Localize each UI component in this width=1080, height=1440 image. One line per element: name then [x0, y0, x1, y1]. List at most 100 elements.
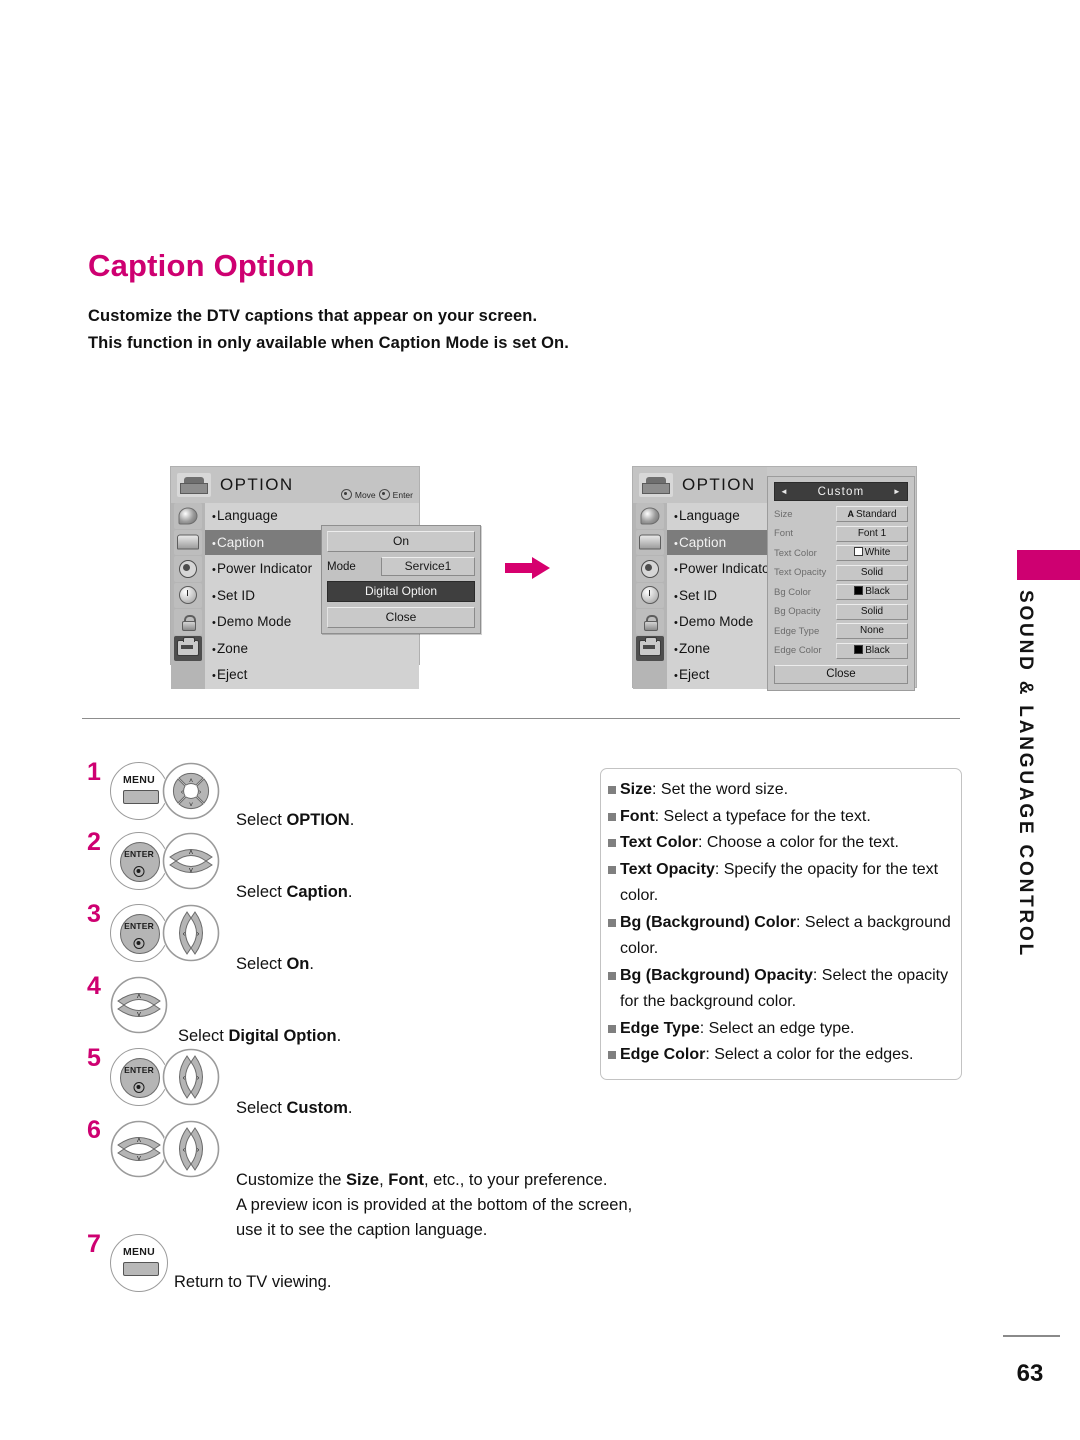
custom-row-value[interactable]: White	[836, 545, 908, 561]
osd-menu-item-label: Language	[678, 508, 740, 523]
osd-menu-item[interactable]: •Set ID	[667, 583, 767, 609]
color-swatch-white	[853, 547, 863, 556]
osd-menu-item-label: Demo Mode	[216, 614, 292, 629]
description-item: Text Opacity: Specify the opacity for th…	[608, 857, 952, 910]
tv-icon[interactable]	[636, 529, 664, 555]
remote-left-right-button[interactable]: ‹ ›	[162, 1120, 220, 1178]
lock-icon[interactable]	[174, 609, 202, 635]
step-instruction: Select Custom.	[236, 1099, 353, 1117]
intro-line-2: This function in only available when Cap…	[88, 334, 569, 352]
bullet-icon: •	[212, 670, 216, 682]
font-size-icon: A	[847, 509, 854, 519]
step-number: 3	[87, 900, 101, 928]
lock-icon[interactable]	[636, 609, 664, 635]
osd-menu-item[interactable]: •Caption	[667, 529, 767, 555]
tv-icon[interactable]	[174, 529, 202, 555]
dish-icon[interactable]	[174, 503, 202, 529]
chevron-left-icon[interactable]: ◄	[780, 487, 789, 496]
osd-menu-item-label: Caption	[216, 534, 265, 550]
move-label: Move	[354, 489, 376, 500]
remote-up-down-button[interactable]: ˄ ˅	[110, 1120, 168, 1178]
bullet-icon: •	[674, 617, 678, 629]
custom-row-value[interactable]: Black	[836, 642, 908, 659]
page-number: 63	[1016, 1360, 1044, 1387]
remote-enter-label: ENTER	[124, 921, 154, 931]
description-item: Edge Type: Select an edge type.	[608, 1016, 952, 1043]
option-header-icon-2	[639, 473, 673, 497]
bullet-icon: •	[212, 564, 216, 576]
custom-close-button[interactable]: Close	[774, 664, 908, 684]
remote-enter-button[interactable]: ENTER	[110, 904, 168, 962]
bullet-icon: •	[674, 564, 678, 576]
bullet-icon: •	[674, 537, 678, 550]
option-icon[interactable]	[636, 635, 664, 661]
remote-menu-button[interactable]: MENU	[110, 1234, 168, 1292]
bullet-icon: •	[212, 643, 216, 656]
enter-dot-icon	[133, 1082, 145, 1093]
osd-menu-item[interactable]: •Power Indicato	[667, 556, 770, 582]
option-descriptions-box: Size: Set the word size. Font: Select a t…	[600, 768, 962, 1080]
remote-menu-button[interactable]: MENU	[110, 762, 168, 820]
dish-icon[interactable]	[636, 503, 664, 529]
digital-option-button[interactable]: Digital Option	[327, 581, 475, 602]
osd-menu-item-label: Power Indicato	[678, 561, 770, 576]
move-icon	[340, 489, 352, 500]
enter-icon	[378, 489, 390, 500]
remote-up-down-button[interactable]: ˄ ˅	[110, 976, 168, 1034]
osd-menu-item[interactable]: •Eject	[667, 662, 767, 688]
custom-row-label: Size	[774, 508, 793, 520]
caption-close-button[interactable]: Close	[327, 607, 475, 628]
remote-enter-label: ENTER	[124, 849, 154, 859]
remote-left-right-button[interactable]: ‹ ›	[162, 1048, 220, 1106]
description-text: Text Color: Choose a color for the text.	[620, 834, 899, 851]
custom-row-label: Edge Type	[774, 625, 820, 637]
remote-enter-button[interactable]: ENTER	[110, 832, 168, 890]
custom-row-value-text: Font 1	[857, 527, 887, 539]
chevron-right-icon[interactable]: ►	[893, 487, 902, 496]
bullet-icon: •	[212, 537, 216, 550]
remote-up-down-button[interactable]: ˄ ˅	[162, 832, 220, 890]
custom-row: Size A Standard	[774, 506, 908, 522]
svg-text:˄: ˄	[189, 848, 194, 857]
section-divider	[82, 718, 960, 719]
audio-icon[interactable]	[636, 556, 664, 582]
step-instruction: Select Caption.	[236, 883, 353, 901]
bullet-square-icon	[608, 1051, 616, 1059]
step-number: 2	[87, 828, 101, 856]
custom-row-value[interactable]: Font 1	[836, 525, 908, 542]
bullet-icon: •	[674, 590, 678, 603]
description-text: Font: Select a typeface for the text.	[620, 807, 871, 825]
custom-row-value[interactable]: Solid	[836, 564, 908, 581]
caption-custom-panel: ◄ Custom ► Size A Standard Font Font 1 Text C…	[767, 476, 915, 691]
remote-enter-button[interactable]: ENTER	[110, 1048, 168, 1106]
custom-row-value[interactable]: A Standard	[836, 506, 908, 522]
custom-row-value[interactable]: Solid	[836, 603, 908, 620]
osd1-title: OPTION	[220, 475, 294, 494]
osd-menu-item[interactable]: •Demo Mode	[667, 609, 767, 635]
custom-row-value[interactable]: Black	[836, 584, 908, 600]
description-item: Size: Set the word size.	[608, 777, 952, 804]
custom-panel-header[interactable]: ◄ Custom ►	[774, 482, 908, 501]
clock-icon[interactable]	[174, 582, 202, 608]
remote-navigation-pad[interactable]: ˄ ˅ ‹ ›	[162, 762, 220, 820]
osd-menu-item[interactable]: •Language	[667, 503, 767, 529]
osd-menu-item[interactable]: •Zone	[667, 636, 767, 662]
caption-mode-value[interactable]: Service1	[381, 557, 475, 576]
option-icon[interactable]	[174, 635, 202, 661]
description-text: Bg (Background) Opacity: Select the opac…	[620, 966, 949, 1011]
caption-on-button[interactable]: On	[327, 531, 475, 552]
description-text: Edge Color: Select a color for the edges…	[620, 1046, 914, 1063]
audio-icon[interactable]	[174, 556, 202, 582]
svg-text:˅: ˅	[189, 866, 194, 875]
enter-label: Enter	[392, 489, 413, 500]
custom-row-value[interactable]: None	[836, 623, 908, 639]
osd-menu-item-label: Eject	[216, 667, 248, 682]
step-instruction: Customize the Size, Font, etc., to your …	[236, 1171, 633, 1239]
osd-menu-item-label: Caption	[678, 534, 727, 550]
osd-menu-item[interactable]: •Zone	[205, 636, 419, 662]
remote-left-right-button[interactable]: ‹ ›	[162, 904, 220, 962]
osd-menu-item[interactable]: •Eject	[205, 662, 419, 688]
clock-icon[interactable]	[636, 582, 664, 608]
caption-mode-row: Mode Service1	[327, 557, 475, 576]
color-swatch-black	[854, 586, 864, 595]
